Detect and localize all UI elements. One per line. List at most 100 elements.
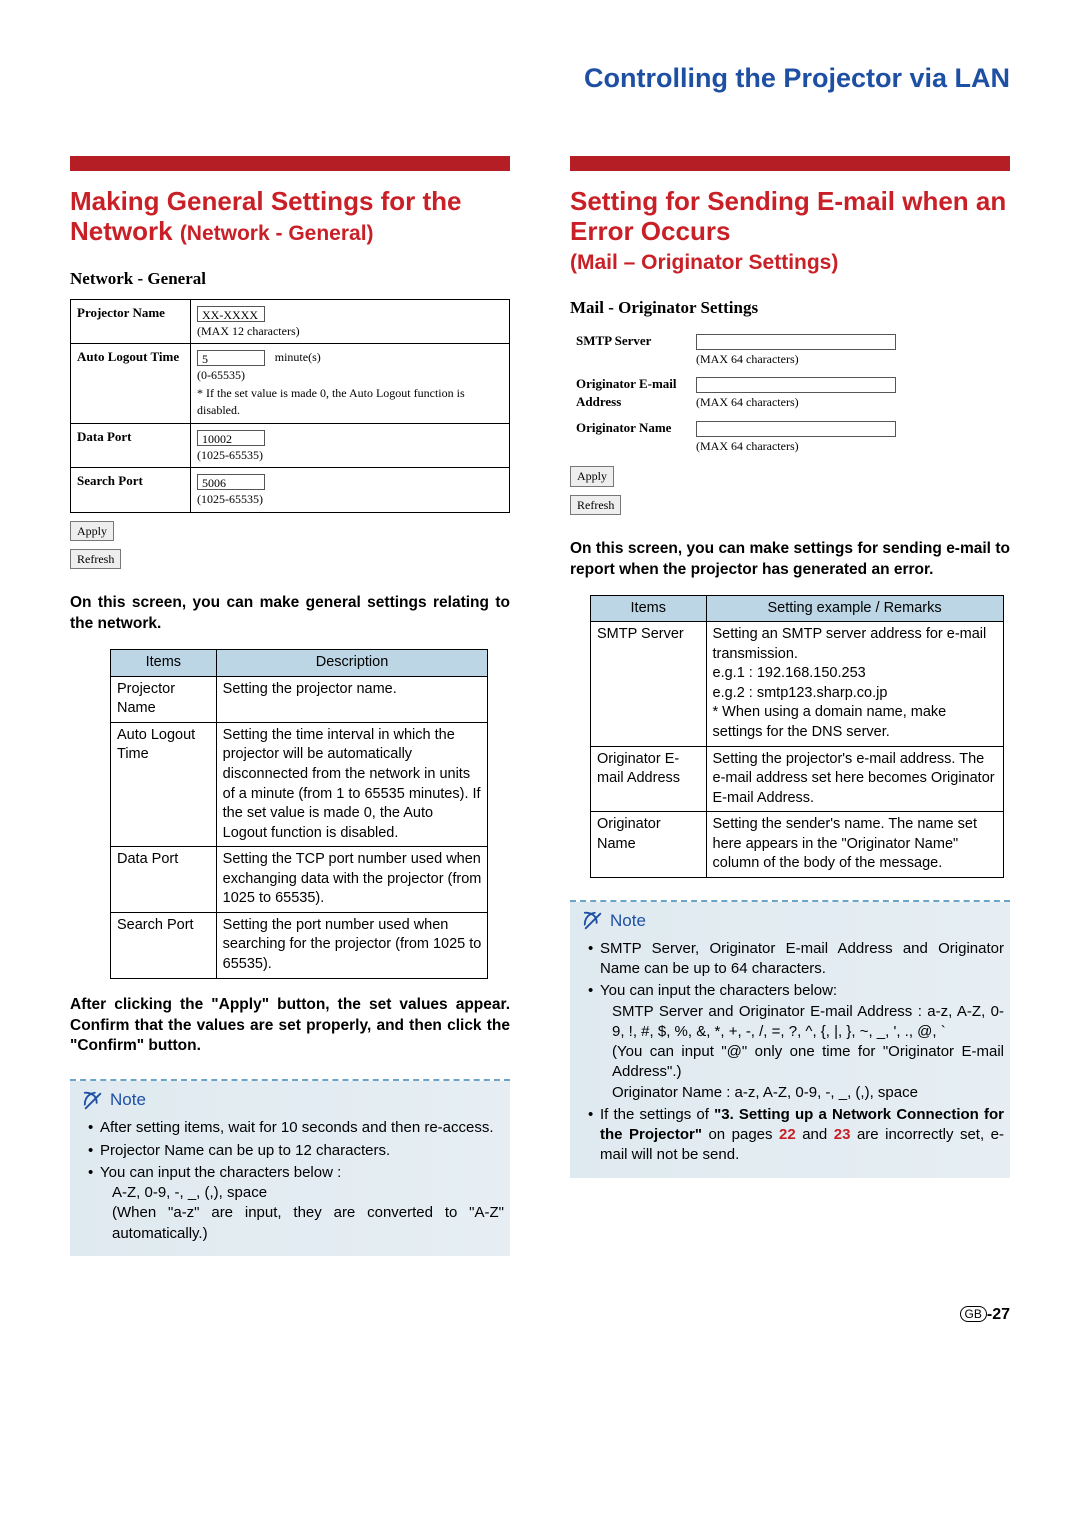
data-port-range: (1025-65535) bbox=[197, 448, 263, 462]
left-heading: Making General Settings for the Network … bbox=[70, 187, 510, 245]
note-text: If the settings of bbox=[600, 1106, 714, 1123]
left-desc-table: Items Description Projector NameSetting … bbox=[110, 649, 488, 978]
page-number: -27 bbox=[987, 1306, 1010, 1323]
auto-logout-range: (0-65535) bbox=[197, 368, 245, 382]
note-text: on pages bbox=[702, 1126, 779, 1143]
auto-logout-unit: minute(s) bbox=[275, 350, 321, 364]
label-smtp: SMTP Server bbox=[570, 328, 690, 372]
auto-logout-input[interactable]: 5 bbox=[197, 350, 265, 366]
mail-originator-form: SMTP Server (MAX 64 characters) Originat… bbox=[570, 328, 1010, 459]
search-port-input[interactable]: 5006 bbox=[197, 474, 265, 490]
note-text: You can input the characters below: bbox=[600, 982, 837, 999]
note-sub: (You can input "@" only one time for "Or… bbox=[600, 1042, 1004, 1083]
red-bar bbox=[70, 156, 510, 171]
note-text: and bbox=[796, 1126, 834, 1143]
list-item: After setting items, wait for 10 seconds… bbox=[88, 1118, 504, 1138]
cell-auto-logout: 5 minute(s) (0-65535) * If the set value… bbox=[191, 344, 510, 424]
orig-name-input[interactable] bbox=[696, 421, 896, 437]
gb-badge: GB bbox=[960, 1306, 987, 1322]
page-title: Controlling the Projector via LAN bbox=[70, 60, 1010, 96]
apply-button[interactable]: Apply bbox=[70, 521, 114, 541]
auto-logout-note: * If the set value is made 0, the Auto L… bbox=[197, 386, 465, 418]
red-bar bbox=[570, 156, 1010, 171]
table-row: SMTP ServerSetting an SMTP server addres… bbox=[591, 622, 1004, 746]
table-row: Projector NameSetting the projector name… bbox=[111, 676, 488, 722]
cell-smtp: (MAX 64 characters) bbox=[690, 328, 1010, 372]
right-heading-main: Setting for Sending E-mail when an Error… bbox=[570, 186, 1006, 245]
table-row: Search PortSetting the port number used … bbox=[111, 912, 488, 978]
note-text: You can input the characters below : bbox=[100, 1164, 341, 1181]
projector-name-hint: (MAX 12 characters) bbox=[197, 324, 300, 338]
label-projector-name: Projector Name bbox=[71, 299, 191, 344]
left-intro: On this screen, you can make general set… bbox=[70, 593, 510, 635]
th-items: Items bbox=[111, 650, 217, 677]
note-sub: Originator Name : a-z, A-Z, 0-9, -, _, (… bbox=[600, 1083, 1004, 1103]
list-item: Projector Name can be up to 12 character… bbox=[88, 1141, 504, 1161]
orig-name-hint: (MAX 64 characters) bbox=[696, 439, 799, 453]
th-desc: Description bbox=[216, 650, 488, 677]
cell-desc: Setting the TCP port number used when ex… bbox=[216, 847, 488, 913]
smtp-hint: (MAX 64 characters) bbox=[696, 352, 799, 366]
list-item: SMTP Server, Originator E-mail Address a… bbox=[588, 939, 1004, 980]
cell-item: Originator Name bbox=[591, 812, 707, 878]
cell-item: SMTP Server bbox=[591, 622, 707, 746]
cell-search-port: 5006 (1025-65535) bbox=[191, 468, 510, 513]
right-column: Setting for Sending E-mail when an Error… bbox=[570, 156, 1010, 1255]
cell-desc: Setting an SMTP server address for e-mai… bbox=[706, 622, 1003, 746]
right-intro: On this screen, you can make settings fo… bbox=[570, 539, 1010, 581]
cell-orig-name: (MAX 64 characters) bbox=[690, 415, 1010, 459]
note-sub: A-Z, 0-9, -, _, (,), space bbox=[100, 1183, 504, 1203]
list-item: If the settings of "3. Setting up a Netw… bbox=[588, 1105, 1004, 1166]
left-column: Making General Settings for the Network … bbox=[70, 156, 510, 1255]
note-label: Note bbox=[610, 910, 646, 933]
right-note-list: SMTP Server, Originator E-mail Address a… bbox=[576, 939, 1004, 1166]
right-desc-table: Items Setting example / Remarks SMTP Ser… bbox=[590, 595, 1004, 878]
cell-item: Auto Logout Time bbox=[111, 722, 217, 846]
page-link-23[interactable]: 23 bbox=[834, 1126, 851, 1143]
left-after-para: After clicking the "Apply" button, the s… bbox=[70, 995, 510, 1058]
refresh-button[interactable]: Refresh bbox=[70, 549, 121, 569]
left-heading-sub: (Network - General) bbox=[180, 222, 374, 245]
search-port-range: (1025-65535) bbox=[197, 492, 263, 506]
orig-email-input[interactable] bbox=[696, 377, 896, 393]
note-label: Note bbox=[110, 1089, 146, 1112]
note-icon bbox=[82, 1090, 104, 1112]
cell-item: Projector Name bbox=[111, 676, 217, 722]
apply-button[interactable]: Apply bbox=[570, 466, 614, 486]
list-item: You can input the characters below: SMTP… bbox=[588, 981, 1004, 1103]
smtp-input[interactable] bbox=[696, 334, 896, 350]
th-items: Items bbox=[591, 595, 707, 622]
list-item: You can input the characters below : A-Z… bbox=[88, 1163, 504, 1244]
cell-item: Originator E-mail Address bbox=[591, 746, 707, 812]
right-heading-sub: (Mail – Originator Settings) bbox=[570, 251, 838, 274]
page-link-22[interactable]: 22 bbox=[779, 1126, 796, 1143]
right-form-title: Mail - Originator Settings bbox=[570, 297, 1010, 320]
table-row: Originator NameSetting the sender's name… bbox=[591, 812, 1004, 878]
cell-desc: Setting the time interval in which the p… bbox=[216, 722, 488, 846]
table-row: Auto Logout TimeSetting the time interva… bbox=[111, 722, 488, 846]
network-general-form: Projector Name XX-XXXX (MAX 12 character… bbox=[70, 299, 510, 513]
cell-item: Data Port bbox=[111, 847, 217, 913]
note-sub: SMTP Server and Originator E-mail Addres… bbox=[600, 1002, 1004, 1043]
cell-item: Search Port bbox=[111, 912, 217, 978]
cell-desc: Setting the port number used when search… bbox=[216, 912, 488, 978]
cell-desc: Setting the projector name. bbox=[216, 676, 488, 722]
left-note-area: Note After setting items, wait for 10 se… bbox=[70, 1081, 510, 1255]
page-footer: GB-27 bbox=[70, 1304, 1010, 1326]
right-note-area: Note SMTP Server, Originator E-mail Addr… bbox=[570, 902, 1010, 1178]
label-search-port: Search Port bbox=[71, 468, 191, 513]
note-sub: (When "a-z" are input, they are converte… bbox=[100, 1203, 504, 1244]
cell-orig-email: (MAX 64 characters) bbox=[690, 371, 1010, 415]
right-heading: Setting for Sending E-mail when an Error… bbox=[570, 187, 1010, 274]
cell-desc: Setting the projector's e-mail address. … bbox=[706, 746, 1003, 812]
projector-name-input[interactable]: XX-XXXX bbox=[197, 306, 265, 322]
data-port-input[interactable]: 10002 bbox=[197, 430, 265, 446]
left-form-title: Network - General bbox=[70, 268, 510, 291]
cell-data-port: 10002 (1025-65535) bbox=[191, 423, 510, 468]
cell-projector-name: XX-XXXX (MAX 12 characters) bbox=[191, 299, 510, 344]
table-row: Originator E-mail AddressSetting the pro… bbox=[591, 746, 1004, 812]
cell-desc: Setting the sender's name. The name set … bbox=[706, 812, 1003, 878]
refresh-button[interactable]: Refresh bbox=[570, 495, 621, 515]
label-auto-logout: Auto Logout Time bbox=[71, 344, 191, 424]
label-orig-name: Originator Name bbox=[570, 415, 690, 459]
